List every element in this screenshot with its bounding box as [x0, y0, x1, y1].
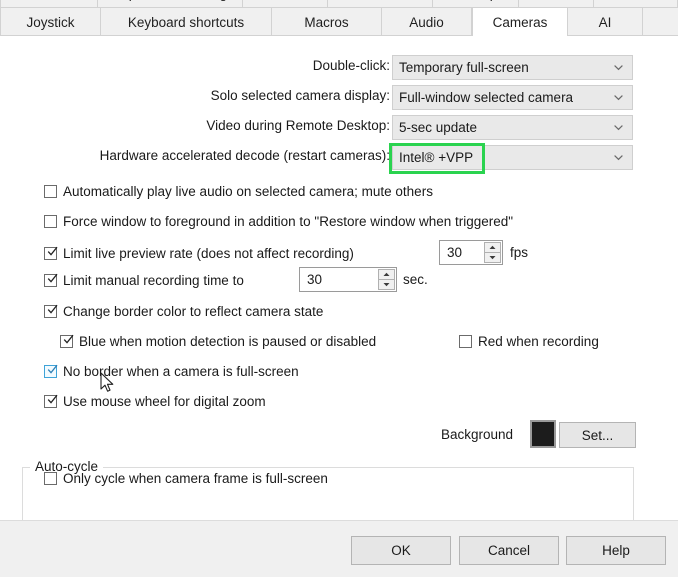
tab-keyboard-shortcuts[interactable]: Keyboard shortcuts	[101, 8, 272, 36]
chevron-down-icon	[613, 151, 624, 162]
spinner-buttons	[378, 269, 395, 290]
label-hardware-accelerated-decode-restart-cameras: Hardware accelerated decode (restart cam…	[99, 148, 390, 163]
dropdown-value: 5-sec update	[399, 120, 478, 135]
spinner-unit-label: fps	[510, 245, 529, 260]
spinner-value[interactable]: 30	[440, 245, 462, 260]
checkbox-checked-icon[interactable]	[44, 273, 58, 287]
checkbox-label: Change border color to reflect camera st…	[63, 304, 324, 319]
checkbox-unchecked-icon[interactable]	[459, 335, 472, 348]
tab-other[interactable]: Other	[519, 0, 594, 8]
checkbox-label: Limit live preview rate (does not affect…	[63, 246, 354, 261]
checkbox-checked-icon[interactable]	[44, 364, 58, 378]
checkbox-checked-icon[interactable]	[60, 334, 74, 348]
tab-label: Other	[539, 0, 573, 1]
tab-label: Startup	[454, 0, 498, 1]
tab-ai[interactable]: AI	[568, 8, 643, 36]
dropdown-value: Full-window selected camera	[399, 90, 574, 105]
checkbox-row-limit-manual-recording-time-to[interactable]: Limit manual recording time to	[44, 273, 244, 288]
spinner-fps[interactable]: 30	[439, 240, 503, 265]
tab-label: Audio	[409, 14, 444, 30]
tab-startup[interactable]: Startup	[432, 0, 520, 8]
tab-label: About	[31, 0, 66, 1]
dropdown-double-click[interactable]: Temporary full-screen	[392, 55, 633, 80]
checkbox-row-red-when-recording[interactable]: Red when recording	[459, 334, 599, 349]
setting-row-video-during-remote-desktop: Video during Remote Desktop: 5-sec update	[0, 115, 678, 141]
tab-label: Web server	[345, 0, 414, 1]
checkbox-row-change-border-color-to-reflect-camera-state[interactable]: Change border color to reflect camera st…	[44, 304, 323, 319]
tab-joystick[interactable]: Joystick	[0, 8, 101, 36]
checkbox-label: Force window to foreground in addition t…	[63, 214, 514, 229]
tab-label: Clips and archiving	[113, 0, 227, 1]
setting-row-hardware-accelerated-decode-restart-cameras: Hardware accelerated decode (restart cam…	[0, 145, 678, 171]
background-color-swatch[interactable]	[530, 420, 556, 448]
checkbox-row-force-window-to-foreground-in-addition-to-restor[interactable]: Force window to foreground in addition t…	[44, 214, 513, 229]
checkbox-unchecked-icon[interactable]	[44, 185, 57, 198]
spinner-up-icon[interactable]	[484, 242, 501, 253]
tab-label: Profiles	[613, 0, 658, 1]
checkbox-row-only-cycle-when-camera-frame-is-full-screen[interactable]: Only cycle when camera frame is full-scr…	[44, 471, 328, 486]
spinner-sec[interactable]: 30	[299, 267, 397, 292]
ok-button[interactable]: OK	[351, 536, 451, 565]
chevron-down-icon	[613, 61, 624, 72]
tab-cameras[interactable]: Cameras	[472, 8, 568, 36]
checkbox-label: Use mouse wheel for digital zoom	[63, 394, 266, 409]
checkbox-checked-icon[interactable]	[44, 394, 58, 408]
dropdown-value: Intel® +VPP	[399, 150, 474, 165]
tab-macros[interactable]: Macros	[272, 8, 382, 36]
chevron-down-icon	[613, 91, 624, 102]
checkbox-label: Red when recording	[478, 334, 599, 349]
tab-row-lower: Joystick Keyboard shortcuts Macros Audio Cam…	[0, 8, 678, 36]
checkbox-unchecked-icon[interactable]	[44, 215, 57, 228]
tab-clips-and-archiving[interactable]: Clips and archiving	[97, 0, 244, 8]
checkbox-row-blue-when-motion-detection-is-paused-or-disabled[interactable]: Blue when motion detection is paused or …	[60, 334, 376, 349]
setting-row-double-click: Double-click: Temporary full-screen	[0, 55, 678, 81]
spinner-value[interactable]: 30	[300, 272, 322, 287]
spinner-buttons	[484, 242, 501, 263]
label-solo-selected-camera-display: Solo selected camera display:	[210, 88, 390, 103]
help-button[interactable]: Help	[566, 536, 666, 565]
tab-label: Cameras	[492, 15, 548, 30]
checkbox-label: Automatically play live audio on selecte…	[63, 184, 433, 199]
checkbox-unchecked-icon[interactable]	[44, 472, 57, 485]
dropdown-value: Temporary full-screen	[399, 60, 529, 75]
checkbox-row-use-mouse-wheel-for-digital-zoom[interactable]: Use mouse wheel for digital zoom	[44, 394, 266, 409]
tab-web-server[interactable]: Web server	[327, 0, 433, 8]
checkbox-label: No border when a camera is full-screen	[63, 364, 299, 379]
spinner-unit-label: sec.	[403, 272, 428, 287]
chevron-down-icon	[613, 121, 624, 132]
tab-profiles[interactable]: Profiles	[593, 0, 678, 8]
checkbox-checked-icon[interactable]	[44, 246, 58, 260]
tab-label: Macros	[304, 14, 349, 30]
tab-strip: About Clips and archiving Users Web server S…	[0, 0, 678, 36]
tab-audio[interactable]: Audio	[382, 8, 472, 36]
label-video-during-remote-desktop: Video during Remote Desktop:	[206, 118, 390, 133]
checkbox-row-automatically-play-live-audio-on-selected-camera[interactable]: Automatically play live audio on selecte…	[44, 184, 433, 199]
tab-row-upper: About Clips and archiving Users Web server S…	[0, 0, 678, 8]
checkbox-label: Limit manual recording time to	[63, 273, 244, 288]
background-label: Background	[441, 427, 514, 442]
checkbox-checked-icon[interactable]	[44, 304, 58, 318]
set-background-button[interactable]: Set...	[559, 422, 636, 448]
tab-label: Users	[267, 0, 302, 1]
setting-row-solo-selected-camera-display: Solo selected camera display: Full-window…	[0, 85, 678, 111]
label-double-click: Double-click:	[312, 58, 390, 73]
cancel-button[interactable]: Cancel	[459, 536, 559, 565]
dropdown-hardware-accelerated-decode-restart-cameras[interactable]: Intel® +VPP	[392, 145, 633, 170]
tab-label: Joystick	[26, 14, 75, 30]
tab-label: Keyboard shortcuts	[127, 14, 245, 30]
tab-users[interactable]: Users	[243, 0, 328, 8]
spinner-down-icon[interactable]	[378, 279, 395, 290]
checkbox-label: Blue when motion detection is paused or …	[79, 334, 377, 349]
spinner-down-icon[interactable]	[484, 252, 501, 263]
spinner-up-icon[interactable]	[378, 269, 395, 280]
dropdown-video-during-remote-desktop[interactable]: 5-sec update	[392, 115, 633, 140]
tab-label: AI	[598, 14, 612, 30]
checkbox-row-limit-live-preview-rate-does-not-affect-recordin[interactable]: Limit live preview rate (does not affect…	[44, 246, 354, 261]
checkbox-row-no-border-when-a-camera-is-full-screen[interactable]: No border when a camera is full-screen	[44, 364, 299, 379]
checkbox-label: Only cycle when camera frame is full-scr…	[63, 471, 328, 486]
dialog-footer: OK Cancel Help	[0, 520, 678, 577]
dropdown-solo-selected-camera-display[interactable]: Full-window selected camera	[392, 85, 633, 110]
cameras-settings-panel: Double-click: Temporary full-screen Solo s…	[0, 36, 678, 549]
tab-about[interactable]: About	[0, 0, 98, 8]
